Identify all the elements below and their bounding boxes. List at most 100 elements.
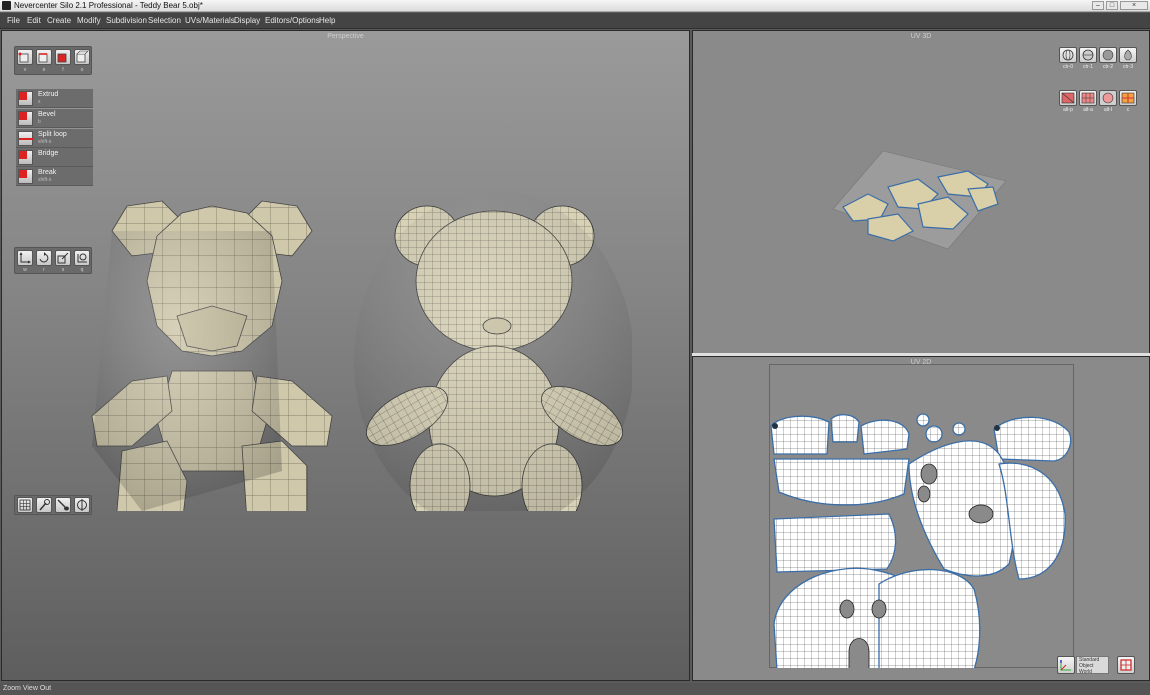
coordinate-axes-button[interactable] <box>1057 656 1075 674</box>
move-axes-icon <box>19 252 31 264</box>
command-key: x <box>38 99 41 105</box>
key-e: e <box>42 67 46 73</box>
object-cube-icon <box>76 50 89 63</box>
display-lines-button[interactable] <box>1099 90 1117 106</box>
object-mode-button[interactable] <box>74 49 90 65</box>
close-button[interactable]: × <box>1120 1 1148 10</box>
menu-edit[interactable]: Edit <box>27 16 41 26</box>
perspective-label: Perspective <box>327 33 364 40</box>
uv-options-button[interactable] <box>1117 656 1135 674</box>
menu-uvs-materials[interactable]: UVs/Materials <box>185 16 235 26</box>
edge-cube-icon <box>38 53 48 63</box>
texture-checker-icon <box>1121 92 1135 104</box>
key-ctr-0: ctr-0 <box>1063 64 1073 70</box>
axes-icon <box>1060 660 1071 671</box>
brush-icon <box>57 499 69 511</box>
face-mode-button[interactable] <box>55 49 71 65</box>
key-c: c <box>1126 107 1130 113</box>
shaded-sphere-icon <box>1102 49 1114 61</box>
key-ctr-1: ctr-1 <box>1083 64 1093 70</box>
coord-mode-world[interactable]: World <box>1079 669 1108 675</box>
key-alt-l: alt-l <box>1103 107 1113 113</box>
menu-editors-options[interactable]: Editors/Options <box>265 16 320 26</box>
wire-sphere-button[interactable] <box>1059 47 1077 63</box>
rotate-tool-button[interactable] <box>36 250 52 266</box>
smooth-sphere-icon <box>1124 49 1132 61</box>
window-title: Nevercenter Silo 2.1 Professional - Tedd… <box>14 1 203 10</box>
display-option-strip: alt-p alt-a alt-l c <box>1059 90 1139 118</box>
teddy-bear-models[interactable] <box>72 191 632 511</box>
command-bevel[interactable]: Bevel b <box>16 109 93 128</box>
tweak-tool-button[interactable] <box>36 497 52 513</box>
vertex-mode-button[interactable] <box>17 49 33 65</box>
wire-shaded-sphere-button[interactable] <box>1079 47 1097 63</box>
key-alt-a: alt-a <box>1083 107 1093 113</box>
command-split-loop[interactable]: Split loop shift-s <box>16 129 93 148</box>
low-poly-bear[interactable] <box>91 200 333 511</box>
view-preset-strip: ctr-0 ctr-1 ctr-2 ctr-3 <box>1059 47 1139 75</box>
uv-pin-icon[interactable] <box>772 423 778 429</box>
face-cube-icon <box>57 53 67 63</box>
topology-tool-button[interactable] <box>17 497 33 513</box>
command-label: Bridge <box>38 150 59 157</box>
command-label: Extrud <box>38 91 59 98</box>
menu-modify[interactable]: Modify <box>77 16 101 26</box>
rotate-icon <box>39 252 49 263</box>
grid-icon <box>19 499 31 511</box>
menu-file[interactable]: File <box>7 16 20 26</box>
checker-grid-icon <box>1081 92 1095 104</box>
coordinate-mode-selector[interactable]: Standard Object World <box>1076 656 1109 675</box>
scale-tool-button[interactable] <box>55 250 71 266</box>
uv3d-viewport[interactable]: UV 3D ctr-0 ctr-1 ctr-2 ctr-3 alt-p alt-… <box>692 30 1150 354</box>
command-bridge[interactable]: Bridge <box>16 148 93 167</box>
perspective-viewport[interactable]: Perspective v e f o Extrud x Bevel b Spl… <box>1 30 690 681</box>
command-extrude[interactable]: Extrud x <box>16 89 93 108</box>
command-key: shift-s <box>38 139 52 145</box>
menu-create[interactable]: Create <box>47 16 71 26</box>
move-tool-button[interactable] <box>17 250 33 266</box>
key-s: s <box>61 267 65 273</box>
uv2d-viewport[interactable]: UV 2D Standard Object World <box>692 356 1150 681</box>
uv3d-label: UV 3D <box>910 33 932 40</box>
shaded-sphere-button[interactable] <box>1099 47 1117 63</box>
command-break[interactable]: Break shift-s <box>16 167 93 186</box>
menu-display[interactable]: Display <box>234 16 260 26</box>
minimize-button[interactable]: – <box>1092 1 1104 10</box>
selection-mode-strip: v e f o <box>14 46 92 75</box>
title-bar: Nevercenter Silo 2.1 Professional - Tedd… <box>0 0 1150 12</box>
sphere-checker-icon <box>1102 92 1114 104</box>
uv-checker-icon <box>1120 659 1132 671</box>
key-v: v <box>23 67 27 73</box>
scale-icon <box>57 252 69 264</box>
extrude-icon <box>18 91 33 106</box>
key-ctr-3: ctr-3 <box>1123 64 1133 70</box>
menu-bar: File Edit Create Modify Subdivision Sele… <box>0 13 1150 29</box>
menu-selection[interactable]: Selection <box>148 16 181 26</box>
command-label: Split loop <box>38 131 67 138</box>
edge-mode-button[interactable] <box>36 49 52 65</box>
menu-help[interactable]: Help <box>319 16 335 26</box>
paint-tool-button[interactable] <box>55 497 71 513</box>
display-checker-button[interactable] <box>1119 90 1137 106</box>
wrench-icon <box>39 499 50 511</box>
display-all-button[interactable] <box>1079 90 1097 106</box>
bridge-icon <box>18 150 33 165</box>
key-f: f <box>62 67 64 73</box>
subdivided-bear[interactable] <box>354 191 632 511</box>
uv-layout[interactable] <box>769 364 1074 668</box>
app-icon <box>2 1 11 10</box>
menu-subdivision[interactable]: Subdivision <box>106 16 147 26</box>
key-o: o <box>80 67 84 73</box>
command-key: shift-s <box>38 177 52 183</box>
checker-icon <box>1061 92 1075 104</box>
display-points-button[interactable] <box>1059 90 1077 106</box>
bevel-icon <box>18 111 33 126</box>
uv-pin-icon[interactable] <box>994 425 1000 431</box>
command-label: Break <box>38 169 57 176</box>
status-text: Zoom View Out <box>3 685 52 692</box>
uv-plane-3d[interactable] <box>828 149 1008 259</box>
smooth-sphere-button[interactable] <box>1119 47 1137 63</box>
maximize-button[interactable]: □ <box>1106 1 1118 10</box>
key-w: w <box>23 267 27 273</box>
vertex-cube-icon <box>18 52 29 63</box>
